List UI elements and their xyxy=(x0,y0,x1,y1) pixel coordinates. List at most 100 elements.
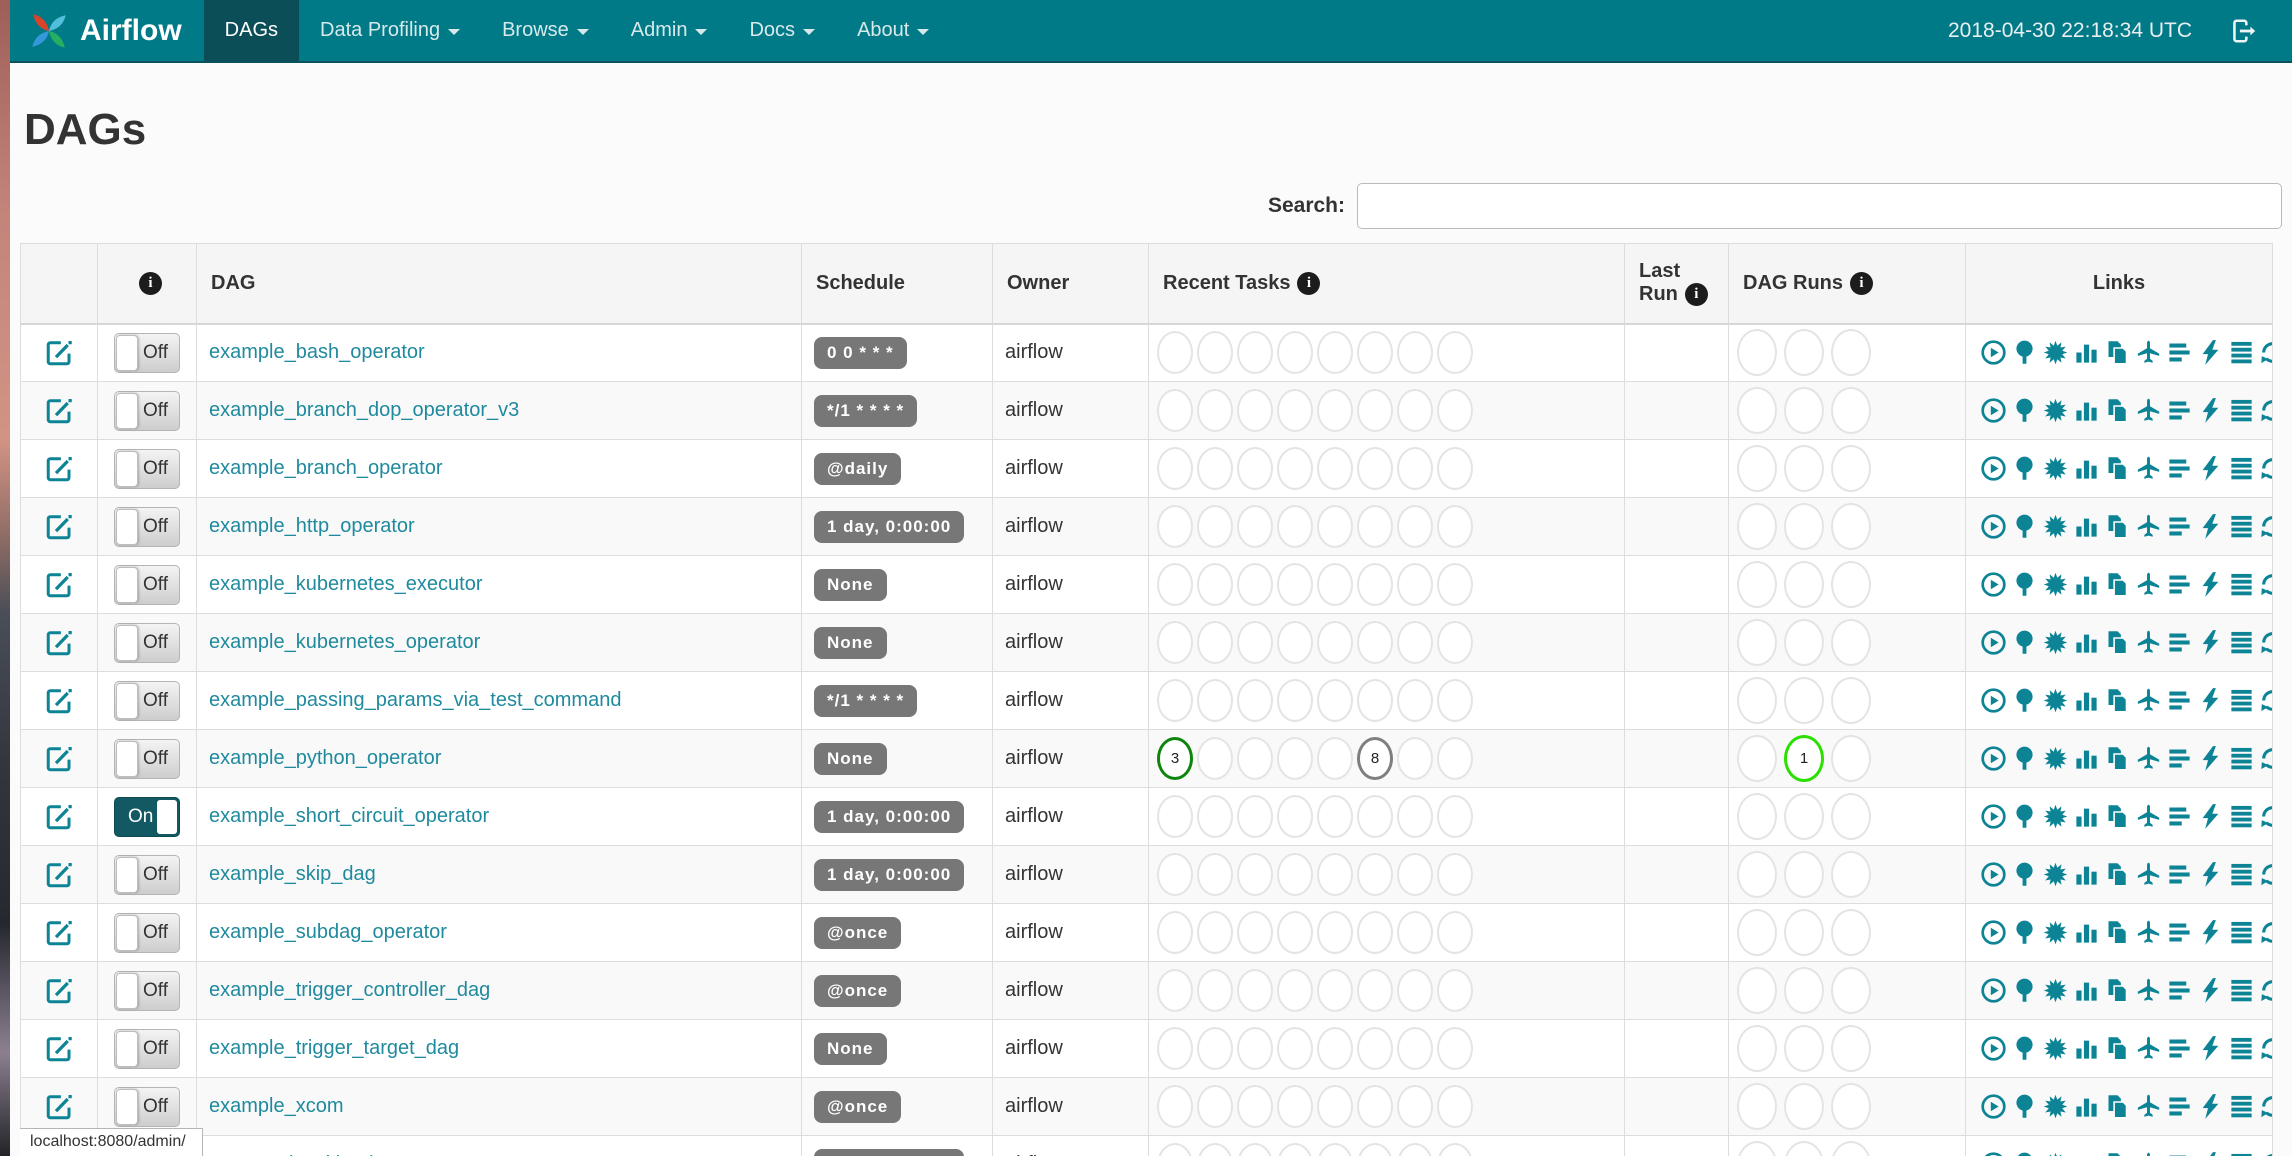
logs-link[interactable] xyxy=(2226,457,2257,479)
task-duration-link[interactable] xyxy=(2071,573,2102,595)
edit-dag-button[interactable] xyxy=(44,747,74,769)
tree-view-link[interactable] xyxy=(2009,1037,2040,1059)
gantt-view-link[interactable] xyxy=(2164,1037,2195,1059)
airflow-brand[interactable]: Airflow xyxy=(10,0,204,61)
tree-view-link[interactable] xyxy=(2009,689,2040,711)
gantt-view-link[interactable] xyxy=(2164,747,2195,769)
logs-link[interactable] xyxy=(2226,1037,2257,1059)
refresh-link[interactable] xyxy=(2257,457,2273,479)
dag-link[interactable]: example_branch_operator xyxy=(209,457,443,479)
edit-dag-button[interactable] xyxy=(44,979,74,1001)
task-tries-link[interactable] xyxy=(2102,399,2133,421)
trigger-dag-link[interactable] xyxy=(1978,689,2009,711)
code-view-link[interactable] xyxy=(2195,1037,2226,1059)
dag-link[interactable]: example_kubernetes_executor xyxy=(209,573,483,595)
dag-pause-toggle[interactable]: Off xyxy=(114,680,180,721)
landing-times-link[interactable] xyxy=(2133,805,2164,827)
logs-link[interactable] xyxy=(2226,689,2257,711)
graph-view-link[interactable] xyxy=(2040,399,2071,421)
dag-pause-toggle[interactable]: Off xyxy=(114,970,180,1011)
edit-dag-button[interactable] xyxy=(44,457,74,479)
dag-pause-toggle[interactable]: Off xyxy=(114,1028,180,1069)
tree-view-link[interactable] xyxy=(2009,921,2040,943)
logout-button[interactable] xyxy=(2230,17,2258,45)
task-duration-link[interactable] xyxy=(2071,457,2102,479)
dag-pause-toggle[interactable]: Off xyxy=(114,738,180,779)
edit-dag-button[interactable] xyxy=(44,921,74,943)
task-tries-link[interactable] xyxy=(2102,341,2133,363)
gantt-view-link[interactable] xyxy=(2164,341,2195,363)
gantt-view-link[interactable] xyxy=(2164,457,2195,479)
code-view-link[interactable] xyxy=(2195,805,2226,827)
dag-link[interactable]: example_short_circuit_operator xyxy=(209,805,489,827)
graph-view-link[interactable] xyxy=(2040,515,2071,537)
refresh-link[interactable] xyxy=(2257,515,2273,537)
logs-link[interactable] xyxy=(2226,979,2257,1001)
trigger-dag-link[interactable] xyxy=(1978,1037,2009,1059)
tree-view-link[interactable] xyxy=(2009,573,2040,595)
trigger-dag-link[interactable] xyxy=(1978,805,2009,827)
task-duration-link[interactable] xyxy=(2071,921,2102,943)
dag-link[interactable]: example_passing_params_via_test_command xyxy=(209,689,621,711)
landing-times-link[interactable] xyxy=(2133,747,2164,769)
landing-times-link[interactable] xyxy=(2133,1037,2164,1059)
landing-times-link[interactable] xyxy=(2133,1095,2164,1117)
task-state-circle-queued[interactable]: 8 xyxy=(1357,737,1393,780)
task-tries-link[interactable] xyxy=(2102,631,2133,653)
task-tries-link[interactable] xyxy=(2102,1037,2133,1059)
refresh-link[interactable] xyxy=(2257,689,2273,711)
tree-view-link[interactable] xyxy=(2009,399,2040,421)
trigger-dag-link[interactable] xyxy=(1978,399,2009,421)
graph-view-link[interactable] xyxy=(2040,689,2071,711)
graph-view-link[interactable] xyxy=(2040,979,2071,1001)
task-duration-link[interactable] xyxy=(2071,1037,2102,1059)
graph-view-link[interactable] xyxy=(2040,747,2071,769)
graph-view-link[interactable] xyxy=(2040,921,2071,943)
nav-item-browse[interactable]: Browse xyxy=(481,0,610,61)
gantt-view-link[interactable] xyxy=(2164,631,2195,653)
refresh-link[interactable] xyxy=(2257,573,2273,595)
graph-view-link[interactable] xyxy=(2040,1037,2071,1059)
task-tries-link[interactable] xyxy=(2102,573,2133,595)
logs-link[interactable] xyxy=(2226,631,2257,653)
refresh-link[interactable] xyxy=(2257,805,2273,827)
trigger-dag-link[interactable] xyxy=(1978,515,2009,537)
dag-link[interactable]: example_xcom xyxy=(209,1095,344,1117)
code-view-link[interactable] xyxy=(2195,689,2226,711)
code-view-link[interactable] xyxy=(2195,457,2226,479)
edit-dag-button[interactable] xyxy=(44,689,74,711)
tree-view-link[interactable] xyxy=(2009,631,2040,653)
task-duration-link[interactable] xyxy=(2071,399,2102,421)
graph-view-link[interactable] xyxy=(2040,1095,2071,1117)
tree-view-link[interactable] xyxy=(2009,805,2040,827)
gantt-view-link[interactable] xyxy=(2164,689,2195,711)
task-duration-link[interactable] xyxy=(2071,747,2102,769)
trigger-dag-link[interactable] xyxy=(1978,341,2009,363)
gantt-view-link[interactable] xyxy=(2164,921,2195,943)
edit-dag-button[interactable] xyxy=(44,515,74,537)
logs-link[interactable] xyxy=(2226,573,2257,595)
tree-view-link[interactable] xyxy=(2009,747,2040,769)
dag-link[interactable]: example_branch_dop_operator_v3 xyxy=(209,399,519,421)
nav-item-docs[interactable]: Docs xyxy=(728,0,836,61)
graph-view-link[interactable] xyxy=(2040,341,2071,363)
code-view-link[interactable] xyxy=(2195,921,2226,943)
dag-pause-toggle[interactable]: Off xyxy=(114,332,180,373)
graph-view-link[interactable] xyxy=(2040,631,2071,653)
dag-pause-toggle[interactable]: Off xyxy=(114,448,180,489)
task-tries-link[interactable] xyxy=(2102,1095,2133,1117)
refresh-link[interactable] xyxy=(2257,979,2273,1001)
task-state-circle-running[interactable]: 1 xyxy=(1784,735,1824,782)
code-view-link[interactable] xyxy=(2195,515,2226,537)
gantt-view-link[interactable] xyxy=(2164,399,2195,421)
refresh-link[interactable] xyxy=(2257,747,2273,769)
dag-link[interactable]: example_http_operator xyxy=(209,515,415,537)
refresh-link[interactable] xyxy=(2257,399,2273,421)
trigger-dag-link[interactable] xyxy=(1978,979,2009,1001)
refresh-link[interactable] xyxy=(2257,341,2273,363)
task-duration-link[interactable] xyxy=(2071,1095,2102,1117)
refresh-link[interactable] xyxy=(2257,631,2273,653)
refresh-link[interactable] xyxy=(2257,1095,2273,1117)
code-view-link[interactable] xyxy=(2195,341,2226,363)
logs-link[interactable] xyxy=(2226,863,2257,885)
